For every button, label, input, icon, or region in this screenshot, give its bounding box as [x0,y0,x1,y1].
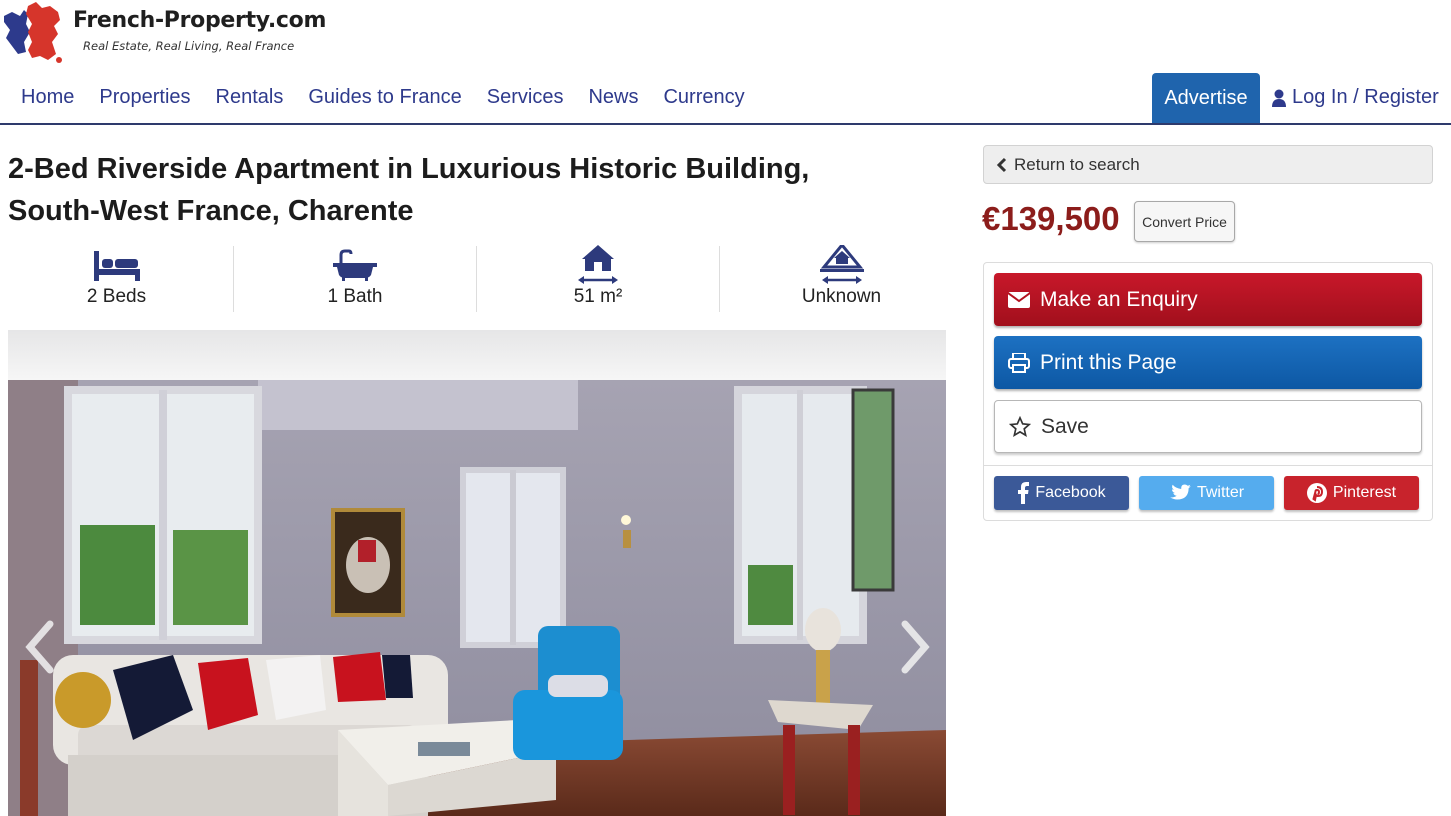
site-tagline: Real Estate, Real Living, Real France [83,39,295,53]
save-label: Save [1041,414,1089,438]
nav-properties[interactable]: Properties [99,86,190,109]
convert-price-button[interactable]: Convert Price [1134,201,1235,242]
return-to-search-button[interactable]: Return to search [983,145,1433,184]
stat-beds-label: 2 Beds [86,286,147,307]
stat-house-area: 51 m² [477,245,720,312]
chevron-right-icon [901,620,930,674]
print-page-button[interactable]: Print this Page [994,336,1422,389]
save-button[interactable]: Save [994,400,1422,453]
stat-land-area: Unknown [720,245,963,312]
star-icon [1009,415,1031,437]
panel-divider [984,465,1432,466]
stat-land-area-label: Unknown [801,286,882,307]
printer-icon [1008,352,1030,373]
print-page-label: Print this Page [1040,350,1177,374]
stat-house-area-label: 51 m² [573,286,623,307]
site-logo[interactable]: French-Property.com Real Estate, Real Li… [2,2,326,64]
return-to-search-label: Return to search [1014,154,1140,174]
france-map-icon [4,2,62,63]
nav-home[interactable]: Home [21,86,74,109]
site-name: French-Property.com [73,8,327,33]
advertise-button[interactable]: Advertise [1152,73,1260,124]
main-nav: Home Properties Rentals Guides to France… [21,86,770,109]
property-photo [8,330,946,816]
stat-beds: 2 Beds [0,246,234,312]
chevron-left-icon [996,157,1007,172]
user-icon [1272,89,1286,107]
property-stats: 2 Beds 1 Bath 51 m² Unknown [0,245,965,312]
share-twitter-button[interactable]: Twitter [1139,476,1274,510]
bath-icon [333,249,377,281]
make-enquiry-label: Make an Enquiry [1040,287,1198,311]
login-register-link[interactable]: Log In / Register [1272,86,1439,109]
make-enquiry-button[interactable]: Make an Enquiry [994,273,1422,326]
bed-icon [93,251,140,281]
listing-price: €139,500 [982,200,1120,237]
pinterest-icon [1306,483,1327,503]
nav-divider [0,123,1451,125]
carousel-next-button[interactable] [895,620,935,674]
property-photo-carousel[interactable] [8,330,946,816]
nav-rentals[interactable]: Rentals [216,86,284,109]
facebook-icon [1018,482,1030,504]
facebook-label: Facebook [1035,484,1106,501]
envelope-icon [1008,291,1030,308]
share-facebook-button[interactable]: Facebook [994,476,1129,510]
nav-guides[interactable]: Guides to France [308,86,461,109]
share-pinterest-button[interactable]: Pinterest [1284,476,1419,510]
stat-baths-label: 1 Bath [327,286,383,307]
house-area-icon [578,245,618,284]
nav-news[interactable]: News [588,86,638,109]
nav-currency[interactable]: Currency [663,86,744,109]
login-label: Log In / Register [1292,86,1439,108]
twitter-icon [1170,484,1191,500]
listing-title: 2-Bed Riverside Apartment in Luxurious H… [8,153,810,227]
nav-services[interactable]: Services [487,86,564,109]
carousel-prev-button[interactable] [20,620,60,674]
land-area-icon [819,245,864,284]
pinterest-label: Pinterest [1332,484,1397,501]
stat-baths: 1 Bath [234,246,477,312]
twitter-label: Twitter [1196,484,1245,501]
chevron-left-icon [25,620,54,674]
